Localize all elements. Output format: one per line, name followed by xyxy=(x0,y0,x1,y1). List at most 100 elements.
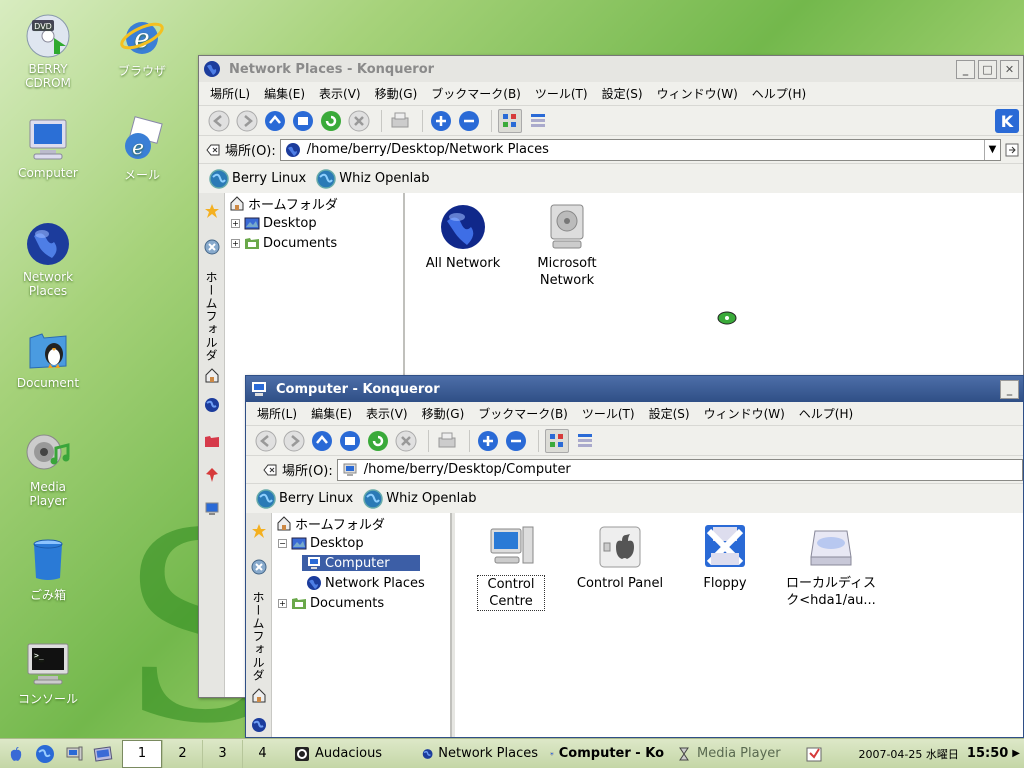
desktop-icon-computer[interactable]: Computer xyxy=(3,116,93,180)
menu-go[interactable]: 移動(G) xyxy=(375,85,418,102)
minimize-button[interactable]: _ xyxy=(956,59,975,79)
quicklaunch-computer[interactable] xyxy=(61,741,87,767)
stop-button[interactable] xyxy=(347,109,371,133)
tree-item-network-places[interactable]: Network Places xyxy=(306,573,425,593)
menu-go[interactable]: 移動(G) xyxy=(422,405,465,422)
bookmark-berry-linux[interactable]: Berry Linux xyxy=(209,168,306,189)
print-button[interactable] xyxy=(435,429,459,453)
bookmarks-tab[interactable] xyxy=(202,201,222,221)
location-dropdown[interactable]: ▼ xyxy=(984,139,1000,160)
tree-item-home[interactable]: ホームフォルダ xyxy=(276,513,385,533)
menu-help[interactable]: ヘルプ(H) xyxy=(799,405,853,422)
menu-view[interactable]: 表示(V) xyxy=(319,85,361,102)
location-input[interactable]: /home/berry/Desktop/Network Places ▼ xyxy=(279,138,1001,161)
desktop-icon-mail[interactable]: e メール xyxy=(97,116,187,183)
menu-help[interactable]: ヘルプ(H) xyxy=(752,85,806,102)
bookmark-whiz-openlab[interactable]: Whiz Openlab xyxy=(316,168,429,189)
go-button[interactable] xyxy=(1001,143,1023,157)
clock-date[interactable]: 2007-04-25 水曜日 xyxy=(858,746,958,762)
up-button[interactable] xyxy=(310,429,334,453)
window-titlebar[interactable]: Computer - Konqueror _ xyxy=(246,376,1023,402)
quicklaunch-desktop[interactable] xyxy=(90,741,116,767)
desktop-icon-browser[interactable]: e ブラウザ xyxy=(97,12,187,79)
expand-toggle[interactable]: + xyxy=(231,218,240,228)
expand-toggle[interactable]: + xyxy=(231,238,240,248)
location-input[interactable]: /home/berry/Desktop/Computer xyxy=(336,458,1023,481)
desktop-icon-trash[interactable]: ごみ箱 xyxy=(3,536,93,603)
menu-bookmarks[interactable]: ブックマーク(B) xyxy=(478,405,568,422)
tree-item-home[interactable]: ホームフォルダ xyxy=(229,193,338,213)
clear-location-icon[interactable] xyxy=(205,142,221,158)
print-button[interactable] xyxy=(388,109,412,133)
minimize-button[interactable]: _ xyxy=(1000,379,1019,399)
file-item-control-panel[interactable]: Control Panel xyxy=(575,523,665,592)
bookmark-berry-linux[interactable]: Berry Linux xyxy=(256,488,353,509)
menu-view[interactable]: 表示(V) xyxy=(366,405,408,422)
kde-throbber[interactable]: K xyxy=(995,108,1019,133)
zoom-in-button[interactable] xyxy=(476,429,500,453)
home-button[interactable] xyxy=(338,429,362,453)
task-network-places[interactable]: Network Places xyxy=(416,740,544,768)
desktop-icon-document[interactable]: Document xyxy=(3,326,93,390)
zoom-out-button[interactable] xyxy=(457,109,481,133)
menu-location[interactable]: 場所(L) xyxy=(210,85,250,102)
desktop-1-button[interactable]: 1 xyxy=(122,739,162,768)
menu-edit[interactable]: 編集(E) xyxy=(311,405,352,422)
desktop-icon-media-player[interactable]: Media Player xyxy=(3,430,93,508)
tree-item-computer[interactable]: Computer xyxy=(302,553,420,573)
maximize-button[interactable]: □ xyxy=(978,59,997,79)
file-item-microsoft-network[interactable]: Microsoft Network xyxy=(525,203,609,289)
menu-tools[interactable]: ツール(T) xyxy=(535,85,588,102)
network-tab[interactable] xyxy=(249,715,269,735)
expand-toggle[interactable]: + xyxy=(278,598,287,608)
menu-edit[interactable]: 編集(E) xyxy=(264,85,305,102)
zoom-out-button[interactable] xyxy=(504,429,528,453)
back-button[interactable] xyxy=(254,429,278,453)
home-folder-tab[interactable] xyxy=(202,365,222,385)
menu-location[interactable]: 場所(L) xyxy=(257,405,297,422)
reload-button[interactable] xyxy=(366,429,390,453)
reload-button[interactable] xyxy=(319,109,343,133)
desktop-4-button[interactable]: 4 xyxy=(242,739,282,768)
file-item-floppy[interactable]: Floppy xyxy=(695,523,755,592)
back-button[interactable] xyxy=(207,109,231,133)
close-button[interactable]: ✕ xyxy=(1000,59,1019,79)
menu-bookmarks[interactable]: ブックマーク(B) xyxy=(431,85,521,102)
tree-item-desktop[interactable]: + Desktop xyxy=(231,213,317,233)
root-folder-tab[interactable] xyxy=(202,431,222,451)
home-folder-tab[interactable] xyxy=(249,685,269,705)
tree-item-documents[interactable]: + Documents xyxy=(231,233,337,253)
clear-location-icon[interactable] xyxy=(262,462,278,478)
window-titlebar[interactable]: Network Places - Konqueror _ □ ✕ xyxy=(199,56,1023,82)
up-button[interactable] xyxy=(263,109,287,133)
list-view-button[interactable] xyxy=(526,109,550,133)
collapse-toggle[interactable]: − xyxy=(278,538,287,548)
stop-button[interactable] xyxy=(394,429,418,453)
desktop-icon-console[interactable]: >_ コンソール xyxy=(3,640,93,707)
menu-tools[interactable]: ツール(T) xyxy=(582,405,635,422)
file-item-control-centre[interactable]: Control Centre xyxy=(477,523,545,611)
task-computer[interactable]: Computer - Ko xyxy=(544,740,670,768)
tree-item-documents[interactable]: + Documents xyxy=(278,593,384,613)
computer-window[interactable]: Computer - Konqueror _ 場所(L) 編集(E) 表示(V)… xyxy=(245,375,1024,738)
clock-time[interactable]: 15:50 xyxy=(967,746,1008,761)
network-tab[interactable] xyxy=(202,395,222,415)
home-folder-tab-label[interactable]: ホームフォルダ xyxy=(250,591,267,682)
services-tab[interactable] xyxy=(202,465,222,485)
history-tab[interactable] xyxy=(202,237,222,257)
forward-button[interactable] xyxy=(282,429,306,453)
list-view-button[interactable] xyxy=(573,429,597,453)
home-folder-tab-label[interactable]: ホームフォルダ xyxy=(203,271,220,362)
forward-button[interactable] xyxy=(235,109,259,133)
devices-tab[interactable] xyxy=(202,499,222,519)
bookmark-whiz-openlab[interactable]: Whiz Openlab xyxy=(363,488,476,509)
taskbar-scroll-arrow[interactable]: ▶ xyxy=(1012,748,1020,759)
history-tab[interactable] xyxy=(249,557,269,577)
desktop-icon-network-places[interactable]: Network Places xyxy=(3,220,93,298)
desktop-2-button[interactable]: 2 xyxy=(162,739,202,768)
desktop-3-button[interactable]: 3 xyxy=(202,739,242,768)
menu-window[interactable]: ウィンドウ(W) xyxy=(704,405,785,422)
tree-item-desktop[interactable]: − Desktop xyxy=(278,533,364,553)
quicklaunch-browser[interactable] xyxy=(32,741,58,767)
file-item-local-disk[interactable]: ローカルディス ク<hda1/au... xyxy=(781,523,881,609)
